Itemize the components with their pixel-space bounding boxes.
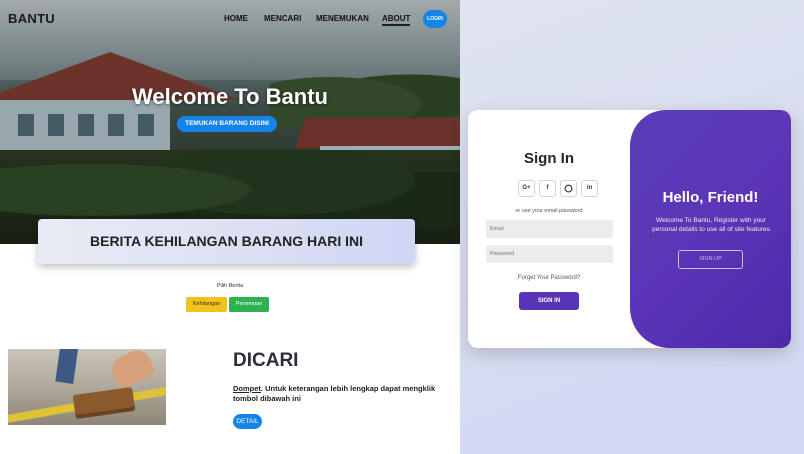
hello-text: Welcome To Bantu, Register with your per… [652, 217, 770, 233]
find-items-button[interactable]: TEMUKAN BARANG DISINI [177, 116, 277, 132]
wallet-image [72, 386, 136, 420]
nav-mencari[interactable]: MENCARI [264, 14, 301, 23]
landing-page: BANTU HOME MENCARI MENEMUKAN ABOUT LOGIN… [0, 0, 460, 454]
login-button[interactable]: LOGIN [423, 10, 447, 28]
news-banner-title: BERITA KEHILANGAN BARANG HARI INI [90, 233, 363, 249]
forgot-password-link[interactable]: Forget Your Password? [468, 275, 630, 281]
auth-page: Sign In G+ f in or use your email passwo… [460, 0, 804, 454]
auth-card: Sign In G+ f in or use your email passwo… [468, 110, 791, 348]
signin-title: Sign In [524, 150, 574, 167]
pick-news-label: Pilih Berita [216, 283, 244, 289]
listing-description: Dompet. Untuk keterangan lebih lengkap d… [233, 384, 436, 403]
google-plus-icon[interactable]: G+ [518, 180, 535, 197]
hero-title: Welcome To Bantu [132, 84, 328, 109]
github-icon[interactable] [560, 180, 577, 197]
tab-penemuan[interactable]: Penemuan [229, 297, 269, 312]
nav-home[interactable]: HOME [224, 14, 248, 23]
brand-logo[interactable]: BANTU [8, 11, 55, 26]
or-text: or use your email password [515, 208, 583, 214]
item-link[interactable]: Dompet [233, 384, 261, 393]
tab-kehilangan[interactable]: Kehilangan [186, 297, 227, 312]
nav-about[interactable]: ABOUT [382, 14, 411, 26]
facebook-icon[interactable]: f [539, 180, 556, 197]
top-nav: BANTU HOME MENCARI MENEMUKAN ABOUT LOGIN [0, 6, 460, 30]
hello-title: Hello, Friend! [662, 189, 759, 206]
password-field[interactable] [486, 245, 613, 263]
email-field[interactable] [486, 220, 613, 238]
lost-item-photo [8, 349, 166, 425]
listing-title: DICARI [233, 350, 299, 371]
signup-button[interactable]: SIGN UP [678, 250, 743, 269]
screenshot: BANTU HOME MENCARI MENEMUKAN ABOUT LOGIN… [0, 0, 804, 454]
hero-section: BANTU HOME MENCARI MENEMUKAN ABOUT LOGIN… [0, 0, 460, 244]
nav-menemukan[interactable]: MENEMUKAN [316, 14, 369, 23]
news-banner: BERITA KEHILANGAN BARANG HARI INI [38, 219, 415, 264]
linkedin-icon[interactable]: in [581, 180, 598, 197]
detail-button[interactable]: DETAIL [233, 414, 262, 429]
signin-button[interactable]: SIGN IN [519, 292, 579, 310]
